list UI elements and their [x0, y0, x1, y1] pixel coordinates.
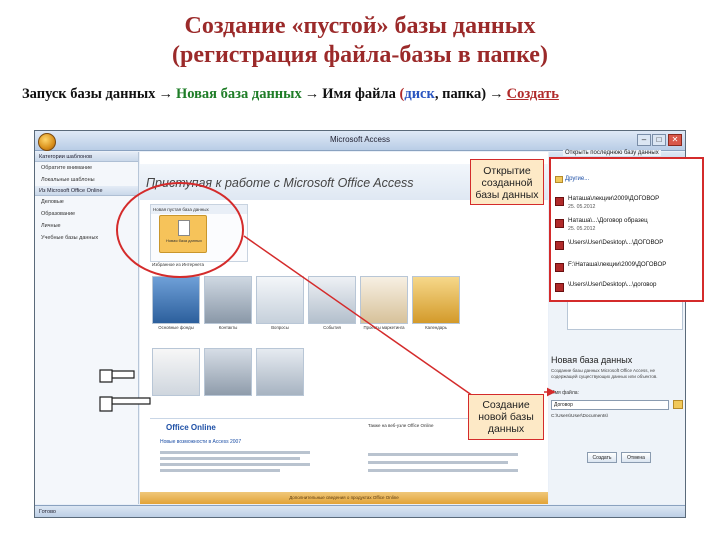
callout-open-db: Открытие созданной базы данных	[470, 159, 544, 205]
annotation-arrows	[99, 235, 556, 414]
pointing-hand-icon	[99, 369, 135, 383]
arrow-to-create	[243, 235, 498, 414]
callout-create-db: Создание новой базы данных	[468, 394, 544, 440]
pointing-hand-icon	[99, 396, 151, 412]
